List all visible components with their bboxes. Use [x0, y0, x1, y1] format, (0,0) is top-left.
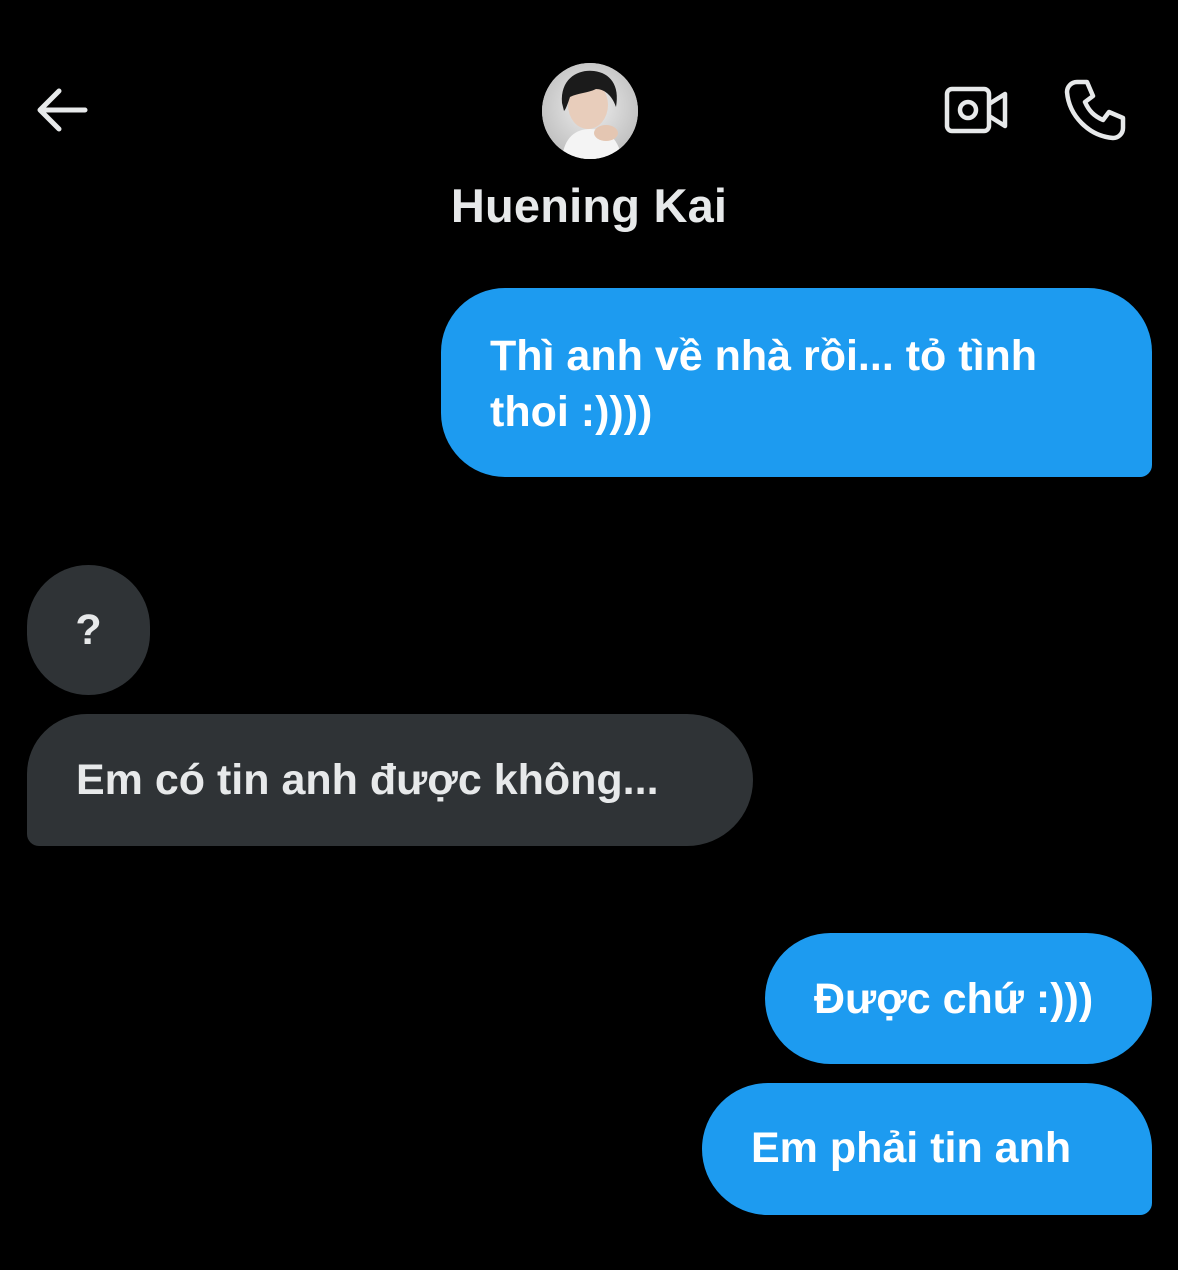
message-bubble-received[interactable]: ? — [27, 565, 150, 695]
arrow-left-icon — [37, 88, 88, 132]
back-button[interactable] — [28, 80, 94, 140]
chat-screen: Huening Kai Thì anh về nhà rồi... tỏ tìn… — [0, 0, 1178, 1270]
contact-name[interactable]: Huening Kai — [0, 178, 1178, 233]
message-text: ? — [75, 606, 102, 654]
avatar-photo — [542, 63, 638, 159]
message-text: Thì anh về nhà rồi... tỏ tình thoi :)))) — [490, 332, 1038, 436]
message-text: Em phải tin anh — [751, 1124, 1072, 1172]
message-bubble-sent[interactable]: Thì anh về nhà rồi... tỏ tình thoi :)))) — [441, 288, 1152, 477]
message-bubble-sent[interactable]: Được chứ :))) — [765, 933, 1152, 1064]
video-call-button[interactable] — [938, 78, 1014, 142]
message-text: Được chứ :))) — [814, 975, 1094, 1023]
avatar[interactable] — [542, 63, 638, 159]
message-bubble-received[interactable]: Em có tin anh được không... — [27, 714, 753, 846]
message-text: Em có tin anh được không... — [76, 756, 659, 804]
voice-call-button[interactable] — [1058, 74, 1132, 146]
message-bubble-sent[interactable]: Em phải tin anh — [702, 1083, 1152, 1215]
video-camera-icon — [944, 86, 1008, 134]
phone-icon — [1064, 79, 1126, 141]
